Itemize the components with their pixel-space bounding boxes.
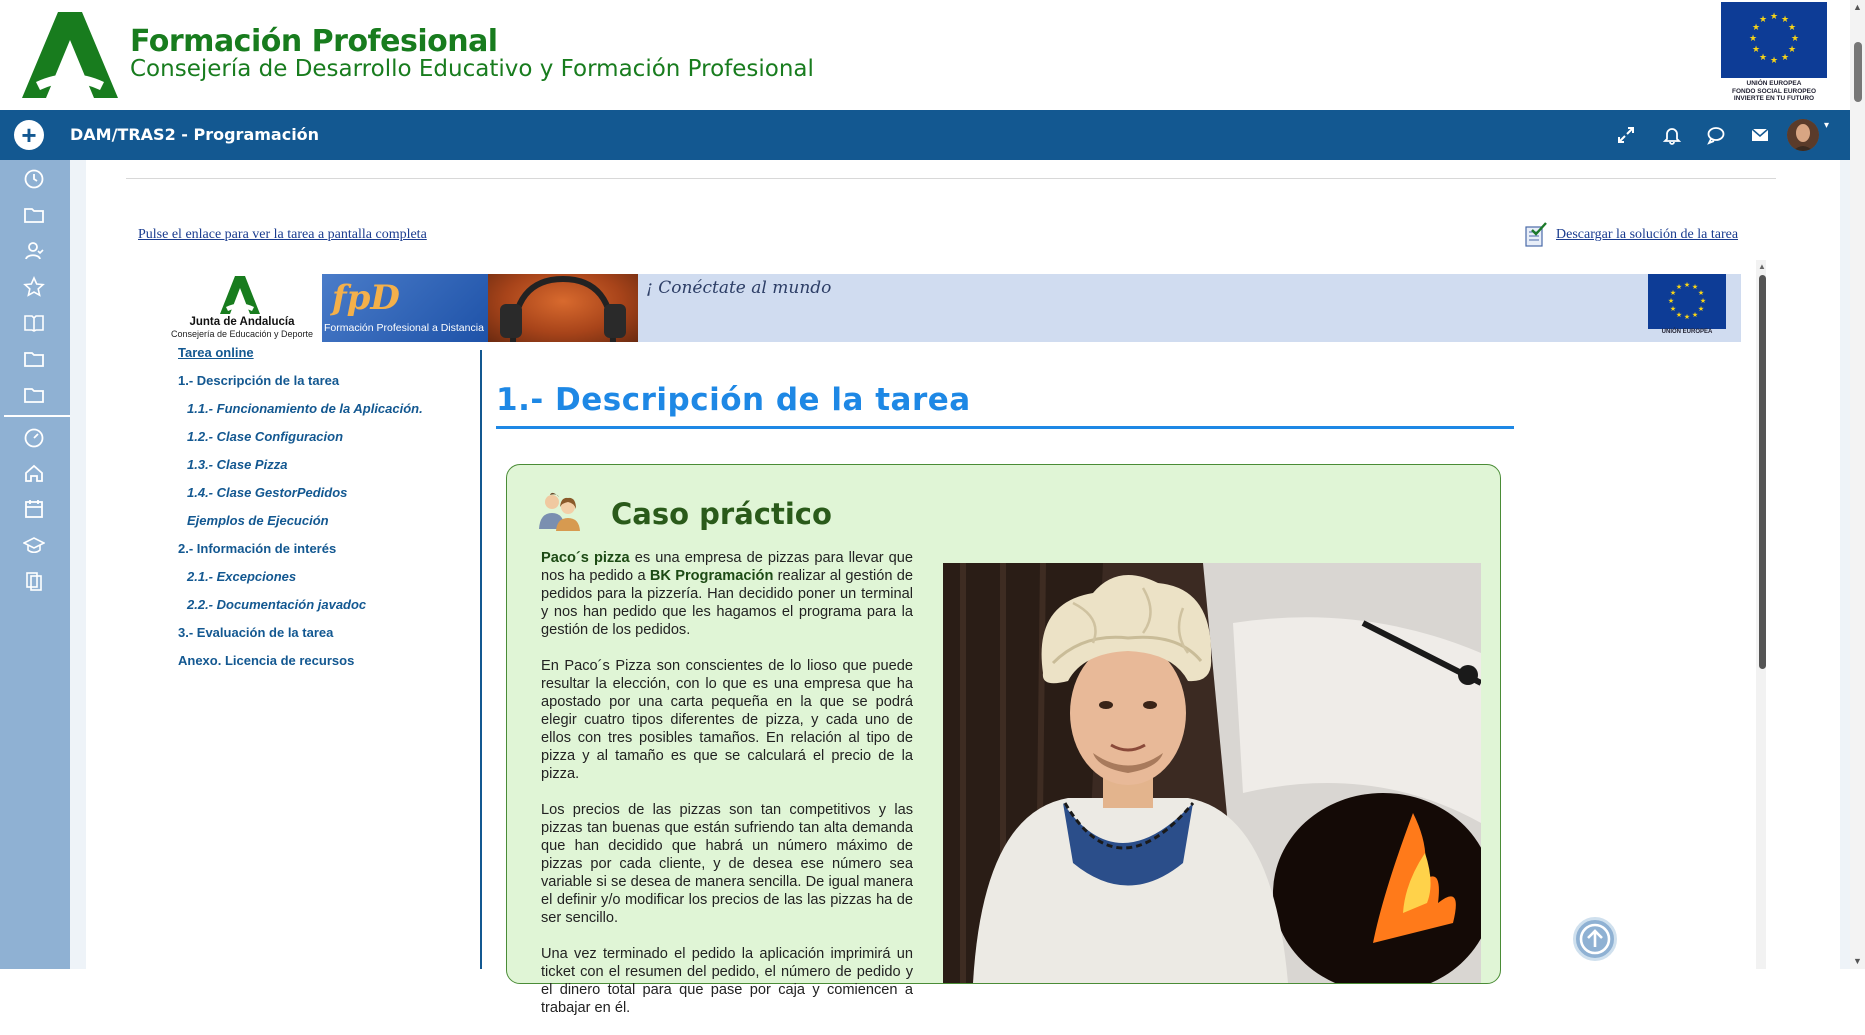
mail-icon[interactable] [1750,125,1770,145]
toc-item-descripcion[interactable]: 1.- Descripción de la tarea [178,373,339,388]
user-avatar[interactable] [1787,119,1819,151]
svg-text:★: ★ [1670,305,1676,313]
brand-subtitle: Consejería de Desarrollo Educativo y For… [130,56,814,82]
svg-text:★: ★ [1770,12,1778,22]
left-sidebar [0,160,70,969]
calendar-icon[interactable] [23,498,45,520]
svg-text:★: ★ [1684,281,1690,289]
chat-icon[interactable] [1706,125,1726,145]
svg-text:★: ★ [1692,311,1698,319]
brand-title: Formación Profesional [130,24,498,59]
pizza-chef-photo [943,563,1481,983]
people-icon [539,492,580,531]
add-button[interactable]: + [14,120,44,150]
book-icon[interactable] [23,312,45,334]
svg-text:★: ★ [1752,45,1760,55]
main-area: Pulse el enlace para ver la tarea a pant… [70,160,1850,1016]
top-divider [126,178,1776,179]
home-icon[interactable] [23,462,45,484]
svg-text:★: ★ [1749,34,1757,44]
banner-eu-flag: ★ ★ ★ ★ ★ ★ ★ ★ ★ ★ ★ ★ [1648,274,1726,329]
toc-item-funcionamiento[interactable]: 1.1.- Funcionamiento de la Aplicación. [187,401,423,416]
andalucia-logo[interactable] [22,12,118,98]
content-panel: Pulse el enlace para ver la tarea a pant… [86,160,1840,1016]
solution-download-icon[interactable] [1524,222,1548,248]
toc-item-tarea-online[interactable]: Tarea online [178,345,254,360]
svg-text:★: ★ [1676,311,1682,319]
toc-item-evaluacion[interactable]: 3.- Evaluación de la tarea [178,625,333,640]
site-header: Formación Profesional Consejería de Desa… [0,0,1865,110]
inner-scrollbar-thumb[interactable] [1759,275,1766,669]
eu-fund-text: UNIÓN EUROPEA FONDO SOCIAL EUROPEO INVIE… [1731,80,1817,102]
page-scroll-down-icon[interactable]: ▼ [1853,956,1862,966]
svg-text:★: ★ [1791,34,1799,44]
svg-text:★: ★ [1668,297,1674,305]
fullscreen-icon[interactable] [1616,125,1636,145]
toc-item-pizza[interactable]: 1.3.- Clase Pizza [187,457,287,472]
back-to-top-button[interactable] [1573,917,1617,961]
svg-text:★: ★ [1700,297,1706,305]
clock-icon[interactable] [23,168,45,190]
case-paragraph: En Paco´s Pizza son conscientes de lo li… [541,658,913,782]
bell-icon[interactable] [1662,125,1682,145]
svg-text:★: ★ [1788,45,1796,55]
page-scrollbar-thumb[interactable] [1854,42,1862,102]
toc-item-anexo[interactable]: Anexo. Licencia de recursos [178,653,354,668]
case-study-box: Caso práctico Paco´s pizza es una empres… [506,464,1501,1016]
case-study-title: Caso práctico [611,497,832,531]
svg-text:★: ★ [1676,283,1682,291]
junta-logo: Junta de Andalucía Consejería de Educaci… [162,274,318,342]
toc-item-excepciones[interactable]: 2.1.- Excepciones [187,569,296,584]
toc-item-ejemplos[interactable]: Ejemplos de Ejecución [187,513,329,528]
graduation-icon[interactable] [23,534,45,556]
svg-text:★: ★ [1759,15,1767,25]
case-paragraph: Paco´s pizza es una empresa de pizzas pa… [541,550,914,638]
fullscreen-task-link[interactable]: Pulse el enlace para ver la tarea a pant… [138,227,427,243]
page-scrollbar-track[interactable] [1850,0,1865,969]
download-solution-link[interactable]: Descargar la solución de la tarea [1556,227,1738,243]
banner-headphones-image [488,274,638,343]
section-rule [496,426,1514,429]
svg-text:★: ★ [1788,23,1796,33]
toc-item-javadoc[interactable]: 2.2.- Documentación javadoc [187,597,366,612]
svg-text:★: ★ [1698,305,1704,313]
eu-flag-logo: ★ ★ ★ ★ ★ ★ ★ ★ ★ ★ ★ ★ [1721,2,1827,78]
case-paragraph: Una vez terminado el pedido la aplicació… [541,946,913,1016]
toc-item-informacion[interactable]: 2.- Información de interés [178,541,336,556]
toc-item-configuracion[interactable]: 1.2.- Clase Configuracion [187,429,343,444]
case-study-text: Paco´s pizza es una empresa de pizzas pa… [541,549,913,1035]
svg-text:★: ★ [1698,289,1704,297]
folder-icon[interactable] [23,348,45,370]
section-title: 1.- Descripción de la tarea [496,382,971,418]
sidebar-divider [4,415,70,417]
toc-divider [480,350,482,969]
users-icon[interactable] [23,240,45,262]
user-menu-caret-icon[interactable]: ▾ [1824,120,1829,131]
connect-banner: ¡ Conéctate al mundo [638,274,1741,342]
course-navbar: + DAM/TRAS2 - Programación ▾ [0,110,1850,160]
folder-icon[interactable] [23,204,45,226]
inner-scroll-up-icon[interactable]: ▲ [1758,262,1766,271]
archive-icon[interactable] [23,570,45,592]
star-icon[interactable] [23,276,45,298]
svg-text:★: ★ [1759,53,1767,63]
folder-icon[interactable] [23,384,45,406]
toc-item-gestorpedidos[interactable]: 1.4.- Clase GestorPedidos [187,485,347,500]
course-title[interactable]: DAM/TRAS2 - Programación [70,125,319,144]
case-paragraph: Los precios de las pizzas son tan compet… [541,802,913,926]
svg-text:★: ★ [1684,313,1690,321]
svg-text:★: ★ [1781,53,1789,63]
course-banner: Junta de Andalucía Consejería de Educaci… [162,274,1741,343]
svg-text:★: ★ [1770,56,1778,66]
fpd-logo: fpD Formación Profesional a Distancia [322,274,488,342]
page-scroll-up-icon[interactable]: ▲ [1853,2,1862,12]
dashboard-icon[interactable] [23,426,45,448]
